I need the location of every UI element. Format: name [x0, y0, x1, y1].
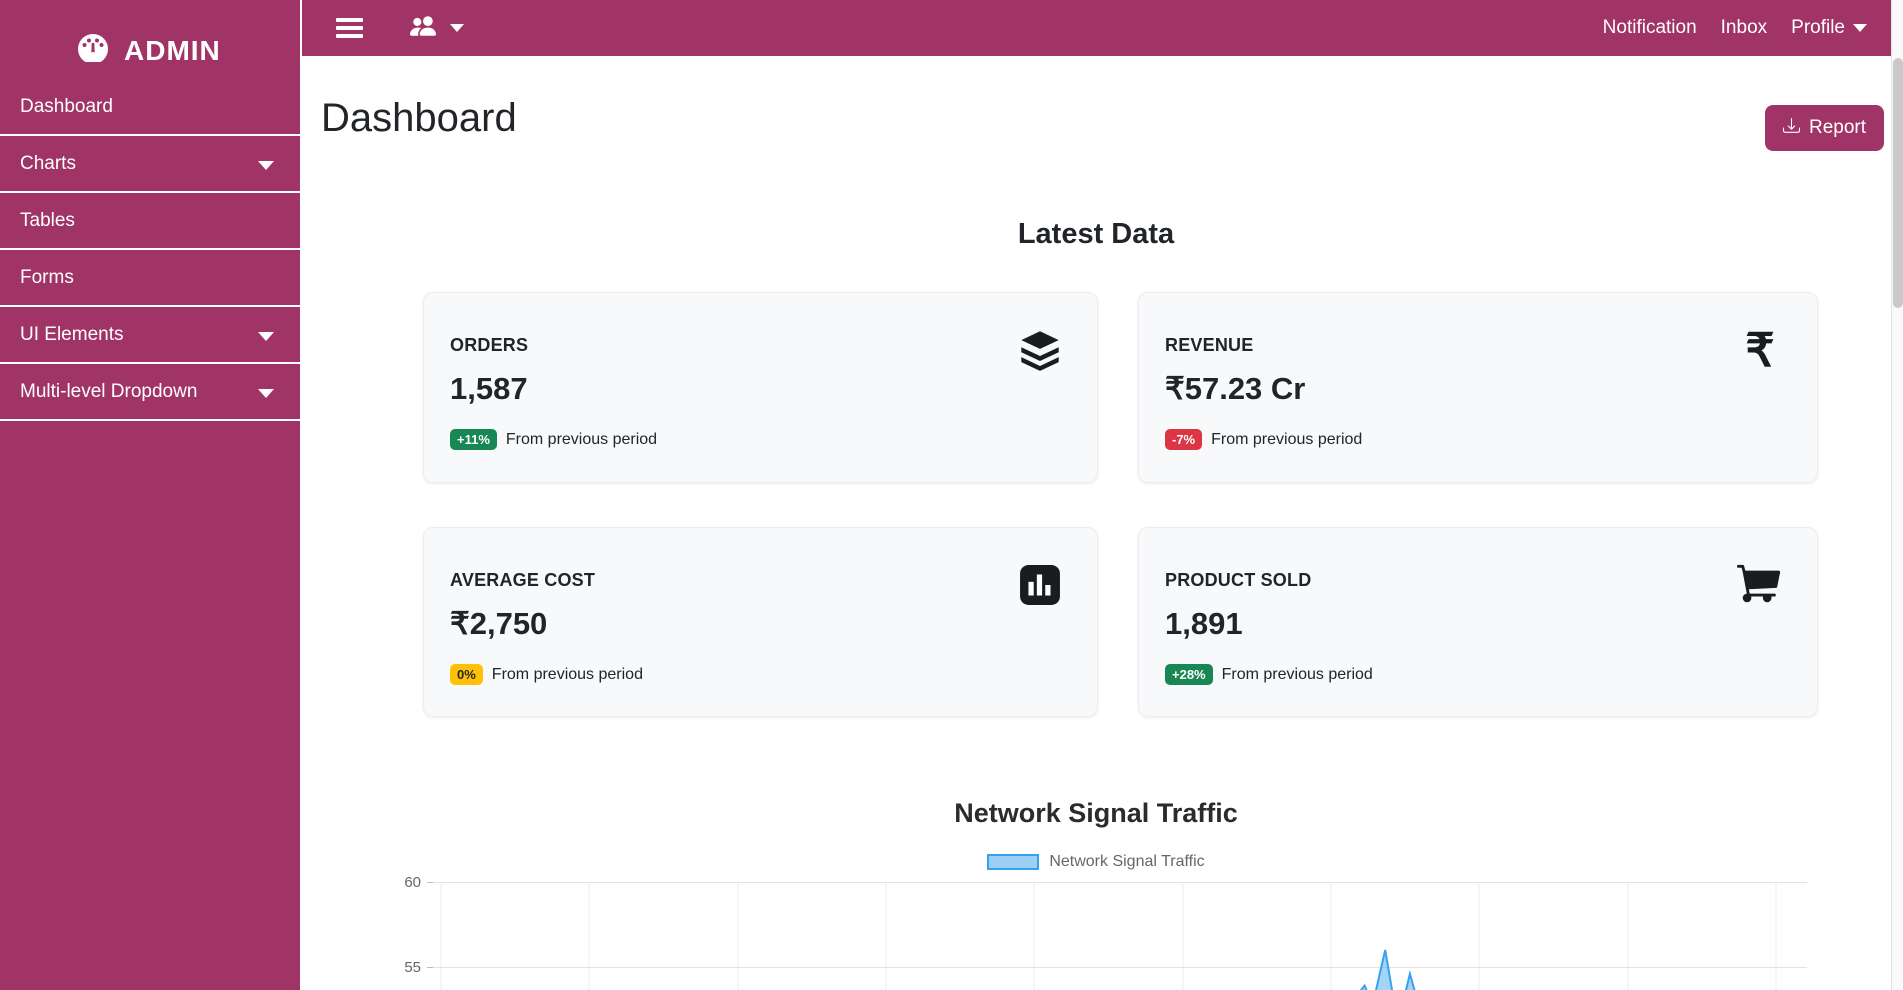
card-value: 1,587 — [450, 371, 528, 407]
brand: ADMIN — [0, 0, 300, 79]
card-label: REVENUE — [1165, 335, 1253, 356]
card-value: ₹57.23 Cr — [1165, 371, 1305, 407]
bar-chart-icon — [1017, 562, 1063, 608]
scrollbar-thumb[interactable] — [1893, 58, 1903, 308]
brand-title: ADMIN — [124, 35, 221, 67]
navbar-links: Notification Inbox Profile — [1603, 17, 1867, 39]
stat-card-average-cost: AVERAGE COST ₹2,750 0% From previous per… — [423, 527, 1098, 717]
report-button[interactable]: Report — [1765, 105, 1884, 151]
chart-title: Network Signal Traffic — [301, 798, 1891, 829]
section-title-latest-data: Latest Data — [301, 218, 1891, 251]
sidebar-item-charts[interactable]: Charts — [0, 136, 300, 193]
sidebar: ADMIN Dashboard Charts Tables Forms UI E… — [0, 0, 302, 990]
sidebar-menu: Dashboard Charts Tables Forms UI Element… — [0, 79, 300, 421]
profile-link: Profile — [1791, 17, 1845, 39]
sidebar-item-forms[interactable]: Forms — [0, 250, 300, 307]
chart-legend[interactable]: Network Signal Traffic — [301, 853, 1891, 871]
card-value: 1,891 — [1165, 606, 1243, 642]
card-label: AVERAGE COST — [450, 570, 595, 591]
card-note: From previous period — [1211, 431, 1362, 449]
stat-card-orders: ORDERS 1,587 +11% From previous period — [423, 292, 1098, 483]
legend-swatch — [987, 854, 1039, 870]
users-dropdown[interactable] — [405, 13, 464, 44]
chevron-down-icon — [450, 24, 464, 32]
card-note: From previous period — [492, 666, 643, 684]
stat-card-product-sold: PRODUCT SOLD 1,891 +28% From previous pe… — [1138, 527, 1818, 717]
page-title: Dashboard — [321, 96, 517, 141]
card-value: ₹2,750 — [450, 606, 547, 642]
download-icon — [1783, 117, 1800, 140]
inbox-link[interactable]: Inbox — [1721, 17, 1767, 39]
change-badge: -7% — [1165, 429, 1202, 450]
stat-card-revenue: REVENUE ₹57.23 Cr -7% From previous peri… — [1138, 292, 1818, 483]
legend-label: Network Signal Traffic — [1049, 853, 1204, 871]
scrollbar-track[interactable] — [1891, 0, 1903, 990]
top-navbar: Notification Inbox Profile — [302, 0, 1891, 56]
chevron-down-icon — [258, 332, 274, 341]
admin-dashboard: ADMIN Dashboard Charts Tables Forms UI E… — [0, 0, 1903, 990]
card-label: ORDERS — [450, 335, 528, 356]
chevron-down-icon — [258, 389, 274, 398]
sidebar-item-multi-level-dropdown[interactable]: Multi-level Dropdown — [0, 364, 300, 421]
hamburger-menu-icon[interactable] — [336, 14, 363, 42]
sidebar-item-dashboard[interactable]: Dashboard — [0, 79, 300, 136]
network-traffic-chart — [427, 882, 1807, 990]
speedometer-icon — [76, 31, 110, 70]
sidebar-item-tables[interactable]: Tables — [0, 193, 300, 250]
profile-dropdown[interactable]: Profile — [1791, 17, 1867, 39]
chevron-down-icon — [258, 161, 274, 170]
change-badge: 0% — [450, 664, 483, 685]
change-badge: +11% — [450, 429, 497, 450]
people-icon — [405, 13, 441, 44]
rupee-icon: ₹ — [1737, 327, 1783, 373]
cart-icon — [1737, 562, 1783, 608]
card-label: PRODUCT SOLD — [1165, 570, 1311, 591]
card-note: From previous period — [1222, 666, 1373, 684]
notification-link[interactable]: Notification — [1603, 17, 1697, 39]
y-axis-tick-60: 60 — [381, 874, 421, 891]
y-axis-tick-55: 55 — [381, 959, 421, 976]
card-note: From previous period — [506, 431, 657, 449]
change-badge: +28% — [1165, 664, 1213, 685]
chevron-down-icon — [1853, 24, 1867, 32]
sidebar-item-ui-elements[interactable]: UI Elements — [0, 307, 300, 364]
layers-icon — [1017, 327, 1063, 373]
